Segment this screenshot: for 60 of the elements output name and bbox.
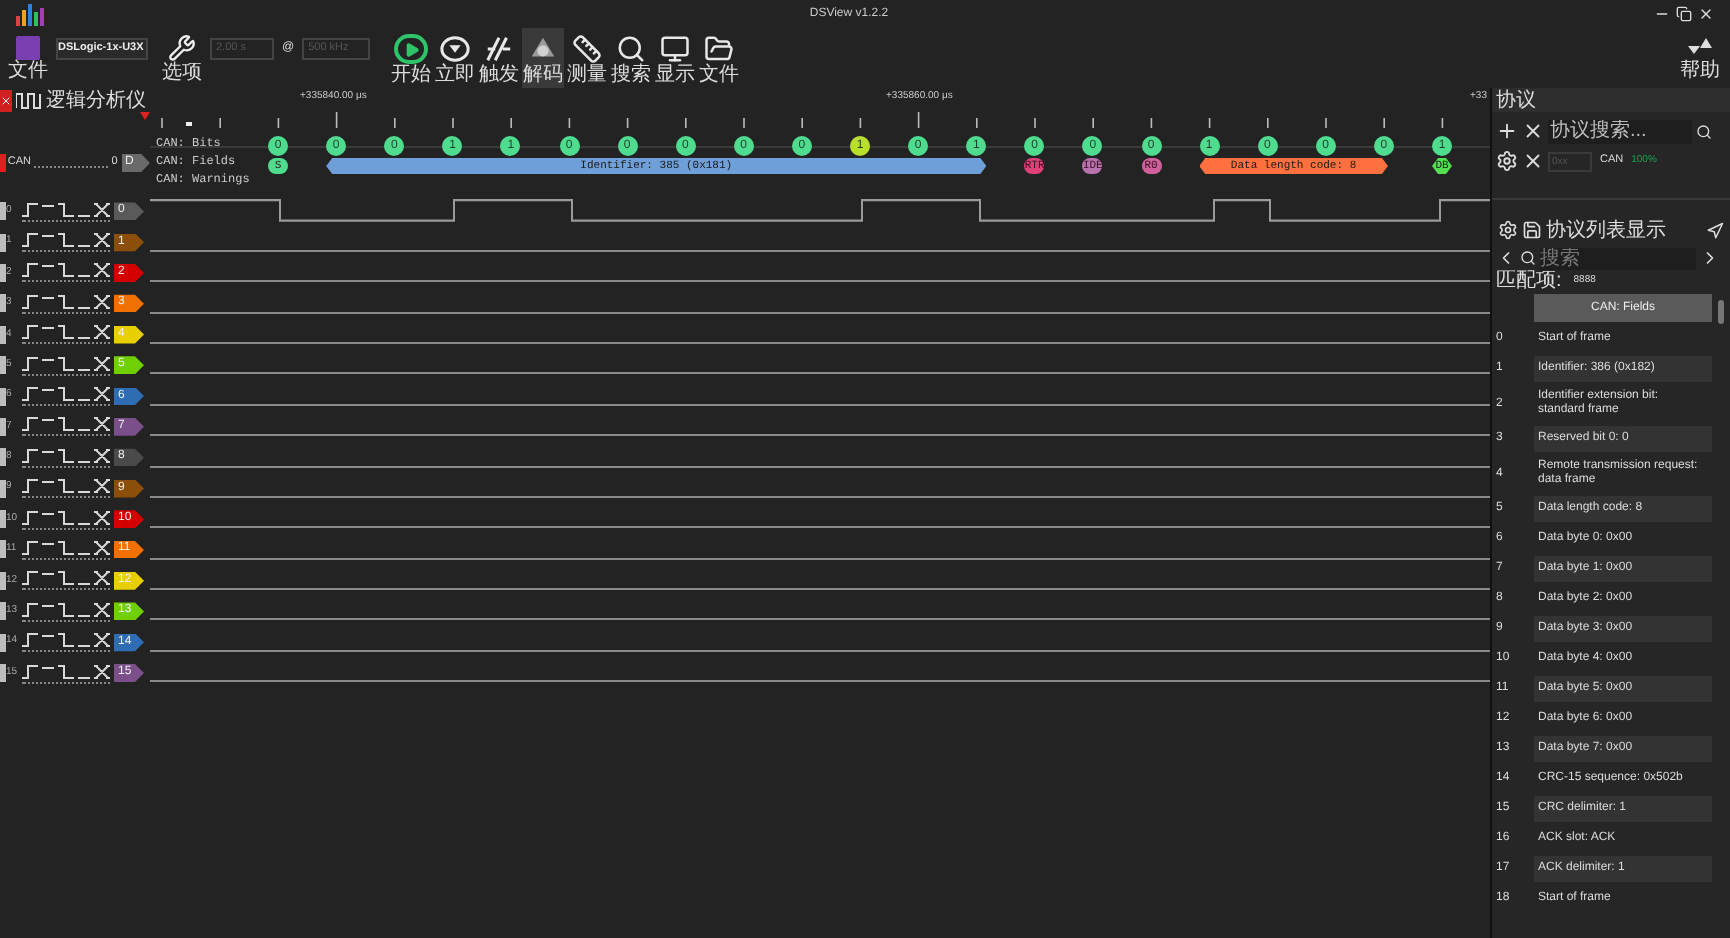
settings-icon[interactable] <box>1498 220 1518 240</box>
toolbar-button[interactable]: 解码 <box>522 28 565 88</box>
panel-header: 协议 <box>1492 88 1730 112</box>
monitor-icon <box>660 34 691 64</box>
navigation-icon[interactable] <box>1706 221 1724 239</box>
toolbar-button[interactable]: 搜索 <box>610 28 653 88</box>
help-icon <box>1686 35 1714 59</box>
any-edge-icon[interactable] <box>94 324 110 341</box>
remove-icon[interactable] <box>1522 150 1544 172</box>
scrollbar[interactable] <box>1718 300 1724 324</box>
any-edge-icon[interactable] <box>94 293 110 310</box>
toolbar-button[interactable]: 测量 <box>566 28 609 88</box>
play-icon <box>394 34 429 64</box>
any-edge-icon[interactable] <box>94 447 110 464</box>
app-logo <box>16 3 44 25</box>
capture-icon <box>440 34 471 64</box>
close-icon[interactable] <box>1698 6 1714 22</box>
any-edge-icon[interactable] <box>94 570 110 587</box>
session-tab[interactable]: 逻辑分析仪 <box>46 89 146 111</box>
save-icon[interactable] <box>1522 220 1542 240</box>
restore-icon[interactable] <box>1676 6 1692 22</box>
close-session-icon[interactable] <box>0 89 12 111</box>
protocol-search-field[interactable]: 协议搜索... <box>1548 119 1692 143</box>
any-edge-icon[interactable] <box>94 539 110 556</box>
any-edge-icon[interactable] <box>94 201 110 218</box>
match-label: 匹配项: <box>1496 272 1562 292</box>
file-icon <box>16 35 40 59</box>
any-edge-icon[interactable] <box>94 601 110 618</box>
any-edge-icon[interactable] <box>94 478 110 495</box>
options-button[interactable]: 选项 <box>162 33 202 83</box>
toolbar-button[interactable]: 开始 <box>390 28 433 88</box>
toolbar-button[interactable]: 触发 <box>478 28 521 88</box>
any-edge-icon[interactable] <box>94 632 110 649</box>
folder-icon <box>704 34 735 64</box>
remove-icon[interactable] <box>1522 120 1544 142</box>
any-edge-icon[interactable] <box>94 416 110 433</box>
pulse-icon <box>16 91 42 109</box>
toolbar-button[interactable]: 立即 <box>434 28 477 88</box>
ruler-icon <box>572 34 603 64</box>
file-button[interactable]: 文件 <box>8 35 48 81</box>
search-icon[interactable] <box>1520 250 1536 266</box>
trigger-marker[interactable] <box>140 112 150 120</box>
channel-handle[interactable] <box>0 154 6 172</box>
toolbar-button[interactable]: 显示 <box>654 28 697 88</box>
add-icon[interactable] <box>1496 120 1518 142</box>
list-panel-title: 协议列表显示 <box>1546 219 1668 241</box>
any-edge-icon[interactable] <box>94 232 110 249</box>
any-edge-icon[interactable] <box>94 509 110 526</box>
help-button[interactable]: 帮助 <box>1678 35 1722 81</box>
trigger-icon <box>484 34 515 64</box>
toolbar-button[interactable]: 文件 <box>698 28 741 88</box>
list-search-field[interactable]: 搜索 <box>1540 247 1696 269</box>
search-icon[interactable] <box>1696 123 1712 139</box>
any-edge-icon[interactable] <box>94 386 110 403</box>
wrench-icon <box>168 33 196 61</box>
search-icon <box>616 34 647 64</box>
any-edge-icon[interactable] <box>94 663 110 680</box>
settings-icon[interactable] <box>1496 150 1518 172</box>
any-edge-icon[interactable] <box>94 355 110 372</box>
any-edge-icon[interactable] <box>94 262 110 279</box>
